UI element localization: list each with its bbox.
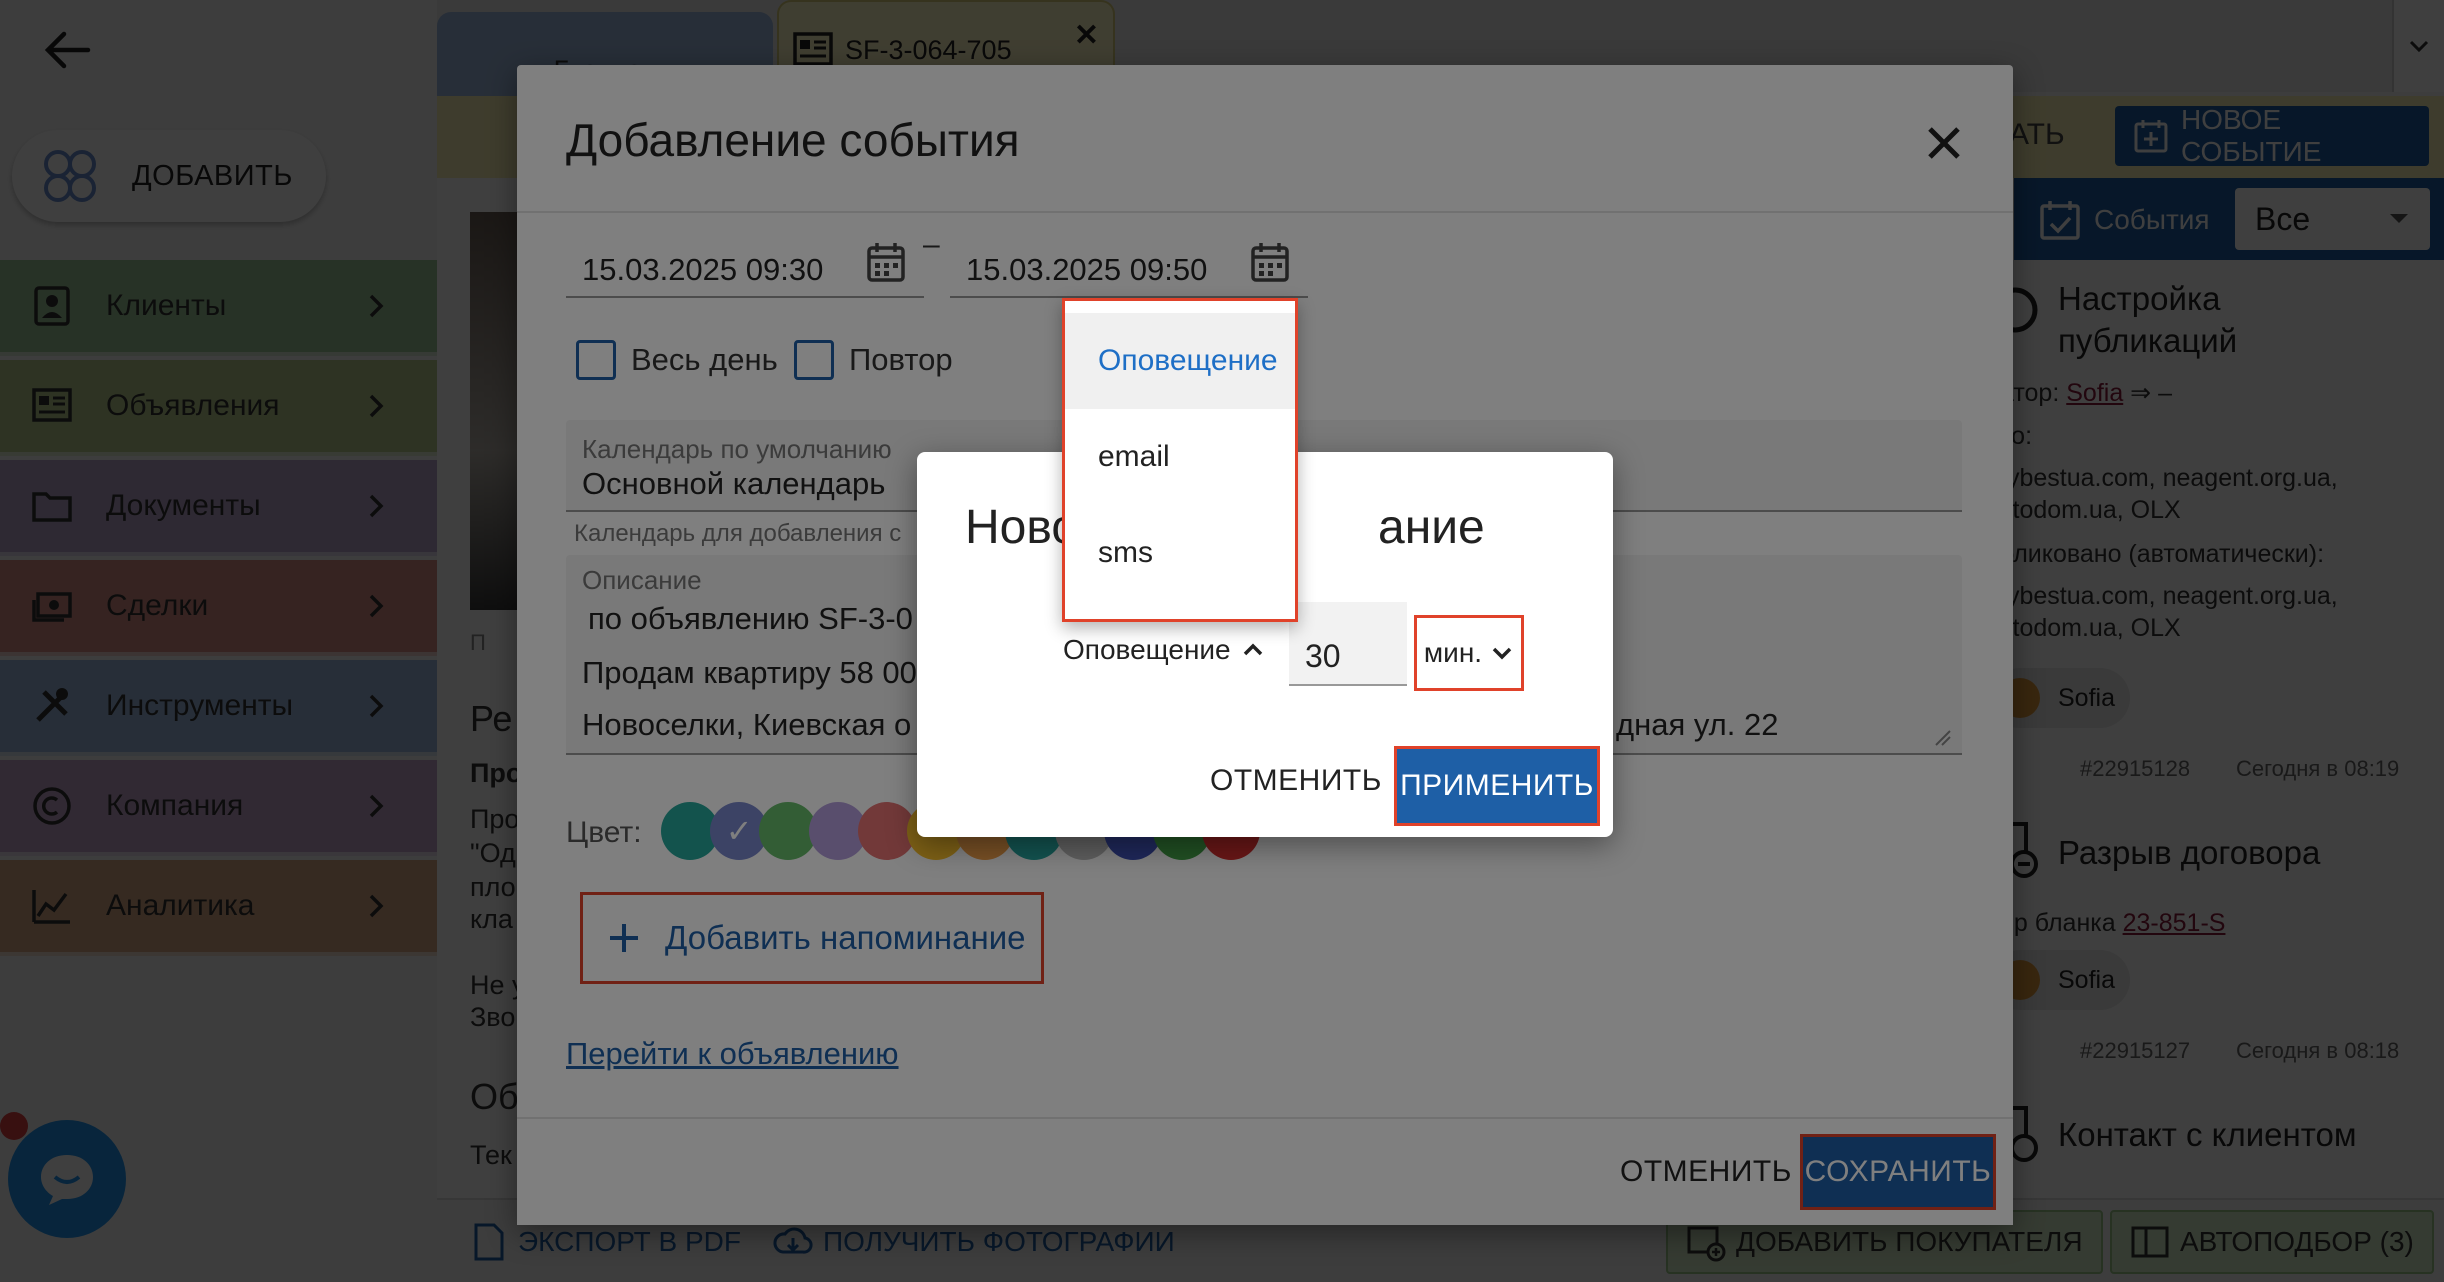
reminder-title-right: ание — [1378, 501, 1485, 554]
menu-item-email[interactable]: email — [1065, 409, 1295, 505]
reminder-type-menu: Оповещение email sms — [1062, 298, 1298, 622]
menu-item-sms[interactable]: sms — [1065, 505, 1295, 601]
reminder-apply-button[interactable]: ПРИМЕНИТЬ — [1394, 746, 1600, 826]
reminder-unit-value: мин. — [1423, 637, 1483, 668]
reminder-unit-select[interactable]: мин. — [1414, 615, 1524, 691]
reminder-amount-input[interactable]: 30 — [1289, 602, 1407, 686]
reminder-amount-value: 30 — [1305, 638, 1341, 674]
chevron-down-icon — [1492, 647, 1512, 660]
reminder-type-value: Оповещение — [1063, 634, 1231, 665]
reminder-cancel-button[interactable]: ОТМЕНИТЬ — [1210, 764, 1382, 798]
menu-item-notification[interactable]: Оповещение — [1065, 313, 1295, 409]
reminder-type-select[interactable]: Оповещение — [1063, 634, 1265, 666]
reminder-apply-label: ПРИМЕНИТЬ — [1400, 769, 1594, 802]
chevron-up-icon — [1243, 643, 1262, 656]
